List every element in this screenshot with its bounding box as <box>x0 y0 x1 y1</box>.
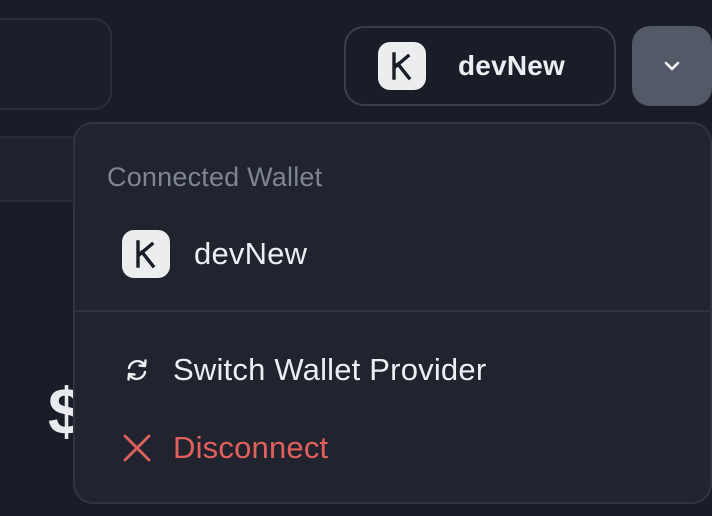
connected-wallet-heading: Connected Wallet <box>107 162 323 192</box>
background-row-partial <box>0 136 80 202</box>
k-logo-icon <box>378 42 426 90</box>
connected-wallet-item: devNew <box>122 230 307 278</box>
switch-wallet-provider-button[interactable]: Switch Wallet Provider <box>121 352 486 388</box>
connected-wallet-name: devNew <box>194 236 308 271</box>
disconnect-button[interactable]: Disconnect <box>121 430 328 466</box>
chevron-down-icon <box>664 61 680 71</box>
wallet-button-label: devNew <box>458 50 566 81</box>
wallet-dropdown-menu: Connected Wallet devNew Switch Wallet Pr… <box>73 122 712 504</box>
close-icon <box>121 432 153 464</box>
search-input-partial[interactable] <box>0 18 112 110</box>
wallet-button[interactable]: devNew <box>344 26 616 106</box>
disconnect-label: Disconnect <box>173 430 329 465</box>
switch-wallet-provider-label: Switch Wallet Provider <box>173 352 487 387</box>
refresh-icon <box>121 354 153 386</box>
menu-divider <box>75 310 710 312</box>
wallet-menu-toggle-button[interactable] <box>632 26 712 106</box>
k-logo-icon <box>122 230 170 278</box>
